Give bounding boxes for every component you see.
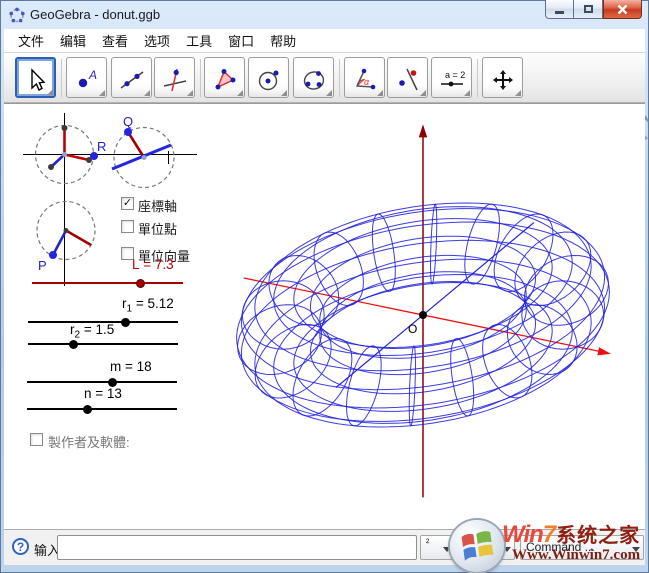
svg-text:A: A	[88, 68, 97, 82]
polygon-tool-button[interactable]	[204, 57, 245, 98]
label-P: P	[38, 258, 47, 273]
circle-tool-button[interactable]	[248, 57, 289, 98]
author-checkbox-label: 製作者及軟體:	[48, 432, 130, 451]
geogebra-window: GeoGebra - donut.ggb 文件 编辑 查看 选项 工具 窗口 帮…	[0, 0, 649, 573]
ellipse-icon	[301, 67, 327, 93]
move-view-icon	[490, 67, 516, 93]
menu-file[interactable]: 文件	[12, 29, 50, 52]
greek-letter-dropdown[interactable]: α	[460, 535, 515, 560]
slider-m-label: m = 18	[110, 359, 152, 378]
circle-icon	[256, 67, 282, 93]
move-view-tool-button[interactable]	[482, 57, 523, 98]
exponent-dropdown[interactable]: ²	[420, 535, 455, 560]
axes-checkbox-label: 座標軸	[138, 196, 177, 215]
angle-tool-button[interactable]: α	[344, 57, 385, 98]
maximize-icon	[584, 5, 593, 13]
reflect-tool-button[interactable]	[387, 57, 428, 98]
menu-window[interactable]: 窗口	[222, 29, 260, 52]
move-tool-button[interactable]	[15, 57, 56, 98]
slider-n-handle[interactable]	[83, 405, 92, 414]
polygon-icon	[212, 67, 238, 93]
menu-tools[interactable]: 工具	[180, 29, 218, 52]
minimize-icon	[555, 11, 564, 14]
input-help-icon[interactable]: ?	[12, 538, 29, 555]
svg-text:α: α	[364, 77, 370, 87]
maximize-button[interactable]	[574, 0, 603, 19]
cursor-icon	[23, 67, 49, 93]
axes-checkbox[interactable]: ✓	[121, 197, 134, 210]
slider-L-handle[interactable]	[136, 279, 145, 288]
close-icon	[617, 4, 628, 15]
toolbar-separator	[200, 59, 201, 97]
geogebra-logo-icon	[9, 7, 25, 23]
menu-view[interactable]: 查看	[96, 29, 134, 52]
line-tool-button[interactable]	[111, 57, 152, 98]
toolbar-separator	[339, 59, 340, 97]
slider-r2-handle[interactable]	[69, 340, 78, 349]
unit-point-checkbox-label: 單位點	[138, 219, 177, 238]
toolbar-separator	[477, 59, 478, 97]
graphics-view[interactable]: Q R P O ✓ 座標軸 單位點 單位向量 製作者及軟體: L = 7.3 r…	[4, 103, 645, 529]
input-bar: ? 输入: ² α Command ...	[4, 529, 645, 565]
menu-help[interactable]: 帮助	[264, 29, 302, 52]
label-Q: Q	[123, 114, 133, 129]
point-icon: A	[74, 67, 100, 93]
chevron-down-icon	[632, 547, 640, 552]
line-icon	[119, 67, 145, 93]
minimize-button[interactable]	[545, 0, 574, 19]
slider-n-track[interactable]	[27, 408, 177, 410]
command-list-dropdown[interactable]: Command ...	[520, 535, 644, 560]
menu-bar: 文件 编辑 查看 选项 工具 窗口 帮助	[4, 29, 645, 53]
unit-point-checkbox[interactable]	[121, 220, 134, 233]
command-input[interactable]	[57, 535, 417, 560]
slider-tool-button[interactable]: a = 2	[431, 57, 472, 98]
label-R: R	[97, 139, 106, 154]
slider-r2-track[interactable]	[28, 343, 178, 345]
menu-options[interactable]: 选项	[138, 29, 176, 52]
slider-n-label: n = 13	[84, 386, 122, 405]
checkmark-icon: ✓	[123, 197, 132, 209]
slider-r2-label: r2 = 1.5	[70, 322, 114, 341]
menu-edit[interactable]: 编辑	[54, 29, 92, 52]
chevron-down-icon	[443, 547, 451, 552]
graphics-canvas: Q R P O	[4, 104, 645, 530]
slider-r1-handle[interactable]	[121, 318, 130, 327]
slider-icon: a = 2	[439, 67, 465, 93]
perpendicular-line-tool-button[interactable]	[154, 57, 195, 98]
toolbar: A	[4, 53, 645, 103]
greek-dropdown-value: α	[466, 540, 473, 554]
origin-point[interactable]	[419, 311, 427, 319]
conic-tool-button[interactable]	[293, 57, 334, 98]
close-button[interactable]	[603, 0, 642, 19]
command-dropdown-value: Command ...	[526, 540, 595, 554]
perpendicular-icon	[162, 67, 188, 93]
author-checkbox[interactable]	[30, 433, 43, 446]
window-title: GeoGebra - donut.ggb	[30, 7, 160, 22]
slider-L-label: L = 7.3	[132, 257, 174, 276]
slider-m-track[interactable]	[27, 381, 177, 383]
toolbar-separator	[61, 59, 62, 97]
svg-text:a = 2: a = 2	[445, 70, 465, 80]
angle-icon: α	[352, 67, 378, 93]
chevron-down-icon	[503, 547, 511, 552]
label-O: O	[408, 322, 417, 336]
reflect-icon	[395, 67, 421, 93]
new-point-tool-button[interactable]: A	[66, 57, 107, 98]
exponent-dropdown-value: ²	[426, 538, 429, 549]
title-bar[interactable]: GeoGebra - donut.ggb	[0, 0, 649, 29]
slider-r1-label: r1 = 5.12	[122, 296, 174, 315]
slider-L-track[interactable]	[32, 282, 183, 284]
